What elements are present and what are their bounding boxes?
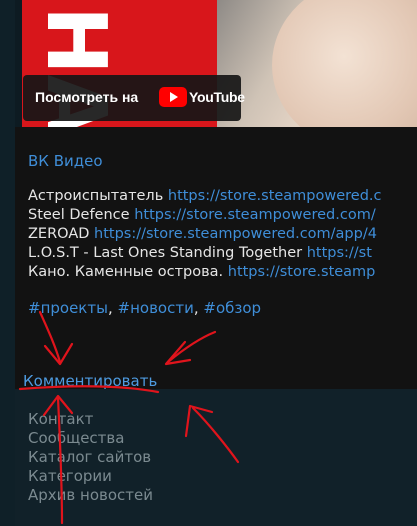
vk-video-link[interactable]: ВК Видео <box>28 152 103 170</box>
tag-list: #проекты, #новости, #обзор <box>28 299 261 317</box>
footer: Контакт Сообщества Каталог сайтов Катего… <box>15 389 417 526</box>
tag-separator: , <box>193 299 199 317</box>
footer-links: Контакт Сообщества Каталог сайтов Катего… <box>28 410 153 505</box>
watch-label: Посмотреть на <box>35 89 139 105</box>
footer-link-contact[interactable]: Контакт <box>28 410 153 429</box>
tag-link[interactable]: #новости <box>118 299 194 317</box>
tag-link[interactable]: #обзор <box>203 299 261 317</box>
game-name: Кано. Каменные острова. <box>28 264 224 280</box>
game-name: Астроиспытатель <box>28 188 164 204</box>
footer-link-site-catalog[interactable]: Каталог сайтов <box>28 448 153 467</box>
game-item: Steel Defence https://store.steampowered… <box>28 206 417 225</box>
video-embed[interactable]: НАГИ Посмотреть на YouTube <box>22 0 417 127</box>
game-item: Кано. Каменные острова. https://store.st… <box>28 263 417 282</box>
game-store-link[interactable]: https://store.steamp <box>228 264 376 280</box>
game-name: ZEROAD <box>28 226 90 242</box>
footer-link-news-archive[interactable]: Архив новостей <box>28 486 153 505</box>
tag-link[interactable]: #проекты <box>28 299 108 317</box>
youtube-wordmark: YouTube <box>189 89 245 105</box>
post-body: ВК Видео Астроиспытатель https://store.s… <box>15 127 417 389</box>
comment-link[interactable]: Комментировать <box>23 372 157 390</box>
game-store-link[interactable]: https://st <box>307 245 372 261</box>
game-store-link[interactable]: https://store.steampowered.com/app/4 <box>94 226 377 242</box>
footer-link-communities[interactable]: Сообщества <box>28 429 153 448</box>
left-strip <box>0 0 15 526</box>
game-name: L.O.S.T - Last Ones Standing Together <box>28 245 303 261</box>
game-item: ZEROAD https://store.steampowered.com/ap… <box>28 225 417 244</box>
footer-link-categories[interactable]: Категории <box>28 467 153 486</box>
game-list: Астроиспытатель https://store.steampower… <box>28 187 417 282</box>
game-store-link[interactable]: https://store.steampowered.c <box>168 188 382 204</box>
tag-separator: , <box>107 299 113 317</box>
game-store-link[interactable]: https://store.steampowered.com/ <box>134 207 376 223</box>
game-name: Steel Defence <box>28 207 130 223</box>
youtube-logo: YouTube <box>159 87 245 107</box>
thumbnail-photo-detail <box>272 0 417 127</box>
game-item: L.O.S.T - Last Ones Standing Together ht… <box>28 244 417 263</box>
youtube-play-icon <box>159 87 187 107</box>
watch-on-youtube-button[interactable]: Посмотреть на YouTube <box>23 75 245 121</box>
game-item: Астроиспытатель https://store.steampower… <box>28 187 417 206</box>
page: НАГИ Посмотреть на YouTube ВК Видео Астр… <box>0 0 417 526</box>
